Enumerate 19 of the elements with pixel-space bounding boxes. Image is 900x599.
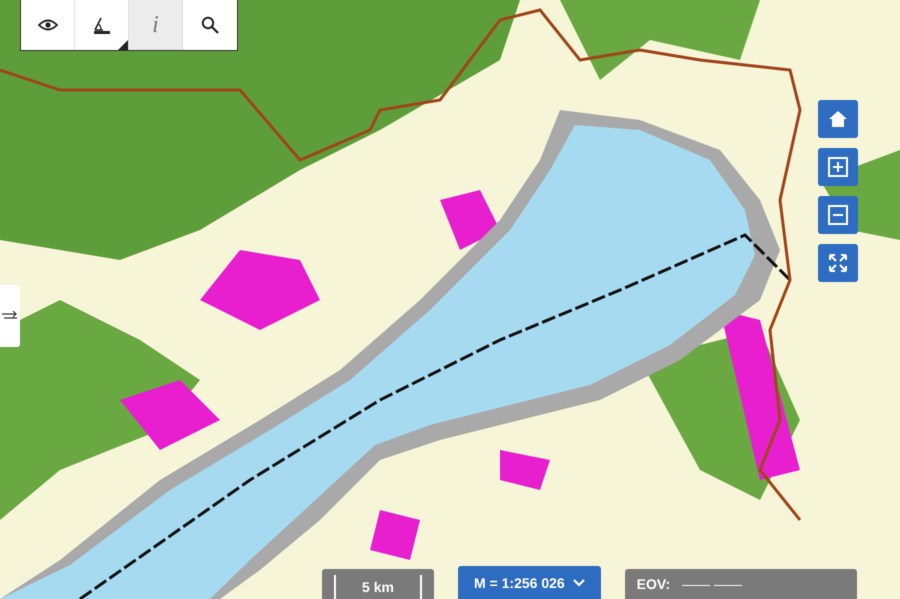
info-tool-button[interactable]: i	[129, 0, 183, 50]
arrows-icon	[2, 311, 18, 321]
chevron-down-icon	[572, 578, 585, 586]
fullscreen-icon	[828, 253, 848, 273]
ruler-icon	[92, 15, 112, 35]
side-panel-toggle[interactable]	[0, 285, 20, 347]
zoom-in-button[interactable]	[818, 148, 858, 186]
scale-dropdown[interactable]: M = 1:256 026	[458, 566, 601, 599]
zoom-out-icon	[828, 205, 848, 225]
home-button[interactable]	[818, 100, 858, 138]
scale-bar: 5 km	[322, 569, 434, 599]
search-icon	[201, 16, 219, 34]
eye-icon	[38, 19, 58, 31]
home-icon	[828, 110, 848, 128]
zoom-out-button[interactable]	[818, 196, 858, 234]
coordinates-value: —— ——	[682, 576, 742, 592]
coordinates-label: EOV:	[636, 576, 670, 592]
fullscreen-button[interactable]	[818, 244, 858, 282]
zoom-in-icon	[828, 157, 848, 177]
